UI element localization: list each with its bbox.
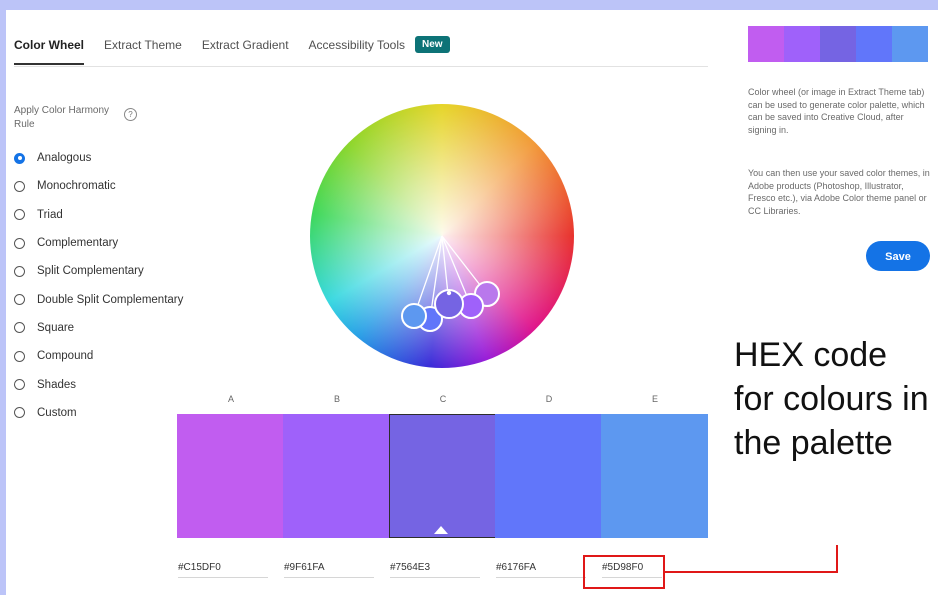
column-label-d: D — [545, 394, 553, 404]
rule-split-complementary[interactable]: Split Complementary — [14, 257, 183, 285]
column-label-a: A — [227, 394, 234, 404]
swatch-c[interactable] — [389, 414, 496, 538]
harmony-rule-label: Apply Color Harmony Rule — [14, 105, 110, 130]
radio-icon — [14, 237, 25, 249]
swatch-e[interactable] — [601, 414, 708, 538]
selected-indicator-icon — [434, 526, 448, 534]
hex-highlight-box — [583, 555, 665, 589]
tab-accessibility-tools[interactable]: Accessibility Tools — [309, 38, 405, 52]
tab-divider — [14, 66, 708, 67]
annotation-text: HEX code for colours in the palette — [734, 336, 929, 462]
theme-preview — [748, 26, 928, 62]
rule-triad[interactable]: Triad — [14, 201, 183, 229]
column-label-b: B — [333, 394, 340, 404]
tab-extract-gradient[interactable]: Extract Gradient — [202, 38, 289, 52]
radio-icon — [14, 294, 25, 306]
rule-custom[interactable]: Custom — [14, 399, 183, 427]
preview-swatch — [856, 26, 892, 62]
info-text-2: You can then use your saved color themes… — [748, 168, 930, 216]
tab-color-wheel[interactable]: Color Wheel — [14, 38, 85, 65]
radio-icon — [14, 322, 25, 334]
tab-extract-theme[interactable]: Extract Theme — [104, 38, 182, 52]
radio-selected-icon — [14, 152, 25, 164]
preview-swatch — [892, 26, 928, 62]
preview-swatch — [820, 26, 856, 62]
radio-icon — [14, 209, 25, 221]
rule-double-split-complementary[interactable]: Double Split Complementary — [14, 285, 183, 313]
preview-swatch — [784, 26, 820, 62]
column-label-e: E — [651, 394, 658, 404]
harmony-rule-list: Analogous Monochromatic Triad Complement… — [14, 144, 183, 427]
rule-complementary[interactable]: Complementary — [14, 229, 183, 257]
radio-icon — [14, 350, 25, 362]
rule-monochromatic[interactable]: Monochromatic — [14, 172, 183, 200]
rule-compound[interactable]: Compound — [14, 342, 183, 370]
hex-input-c[interactable]: #7564E3 — [390, 562, 480, 578]
swatch-d[interactable] — [495, 414, 602, 538]
hex-input-a[interactable]: #C15DF0 — [178, 562, 268, 578]
column-label-c: C — [439, 394, 447, 404]
hex-input-d[interactable]: #6176FA — [496, 562, 586, 578]
radio-icon — [14, 407, 25, 419]
swatch-b[interactable] — [283, 414, 390, 538]
info-text-1: Color wheel (or image in Extract Theme t… — [748, 87, 925, 135]
harmony-handles[interactable] — [310, 104, 574, 368]
radio-icon — [14, 379, 25, 391]
new-badge: New — [415, 36, 450, 53]
callout-line — [665, 571, 838, 573]
tab-bar: Color Wheel Extract Theme Extract Gradie… — [14, 36, 450, 65]
save-button[interactable]: Save — [866, 241, 930, 271]
hex-input-b[interactable]: #9F61FA — [284, 562, 374, 578]
handle-e — [401, 303, 427, 329]
radio-icon — [14, 265, 25, 277]
swatch-a[interactable] — [177, 414, 284, 538]
rule-square[interactable]: Square — [14, 314, 183, 342]
radio-icon — [14, 180, 25, 192]
callout-line — [836, 545, 838, 573]
rule-shades[interactable]: Shades — [14, 370, 183, 398]
question-icon[interactable]: ? — [124, 108, 137, 121]
preview-swatch — [748, 26, 784, 62]
rule-analogous[interactable]: Analogous — [14, 144, 183, 172]
